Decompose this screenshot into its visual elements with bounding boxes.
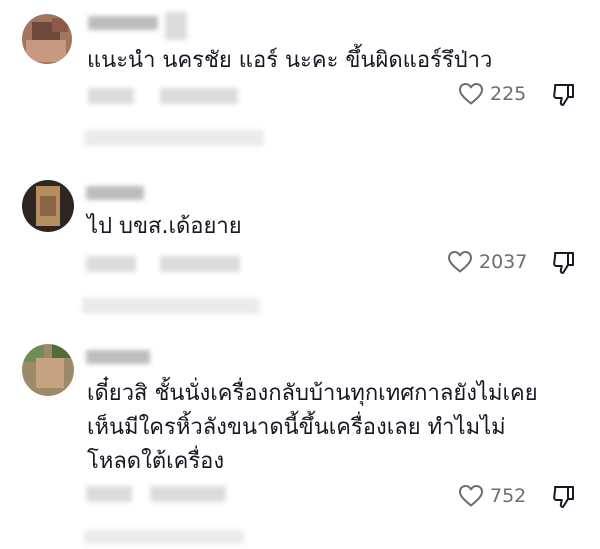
- comment-text: ไป บขส.เด้อยาย: [87, 214, 242, 239]
- username-blurred[interactable]: [88, 16, 158, 30]
- heart-outline-icon: [448, 251, 472, 273]
- thumbs-down-icon: [553, 84, 574, 106]
- comment-meta-blurred: [160, 88, 238, 104]
- like-count: 752: [490, 485, 527, 507]
- dislike-button[interactable]: [551, 250, 577, 280]
- like-count: 2037: [479, 251, 528, 273]
- comment-text: แนะนำ นครชัย แอร์ นะคะ ขึ้นผิดแอร์รึป่าว: [87, 48, 493, 73]
- thumbs-down-icon: [553, 252, 574, 274]
- avatar[interactable]: [22, 180, 74, 232]
- like-button[interactable]: 2037: [447, 250, 527, 274]
- username-blurred[interactable]: [86, 350, 150, 364]
- heart-outline-icon: [459, 485, 483, 507]
- like-count: 225: [490, 83, 527, 105]
- comment-meta-blurred: [86, 486, 132, 502]
- comment-meta-blurred: [88, 88, 134, 104]
- avatar[interactable]: [22, 14, 72, 64]
- username-blurred-extra: [165, 12, 187, 40]
- reply-blurred: [82, 298, 260, 314]
- comment-meta-blurred: [160, 256, 240, 272]
- thumbs-down-icon: [553, 486, 574, 508]
- comment-meta-blurred: [150, 486, 226, 502]
- heart-outline-icon: [459, 83, 483, 105]
- like-button[interactable]: 752: [458, 484, 526, 508]
- dislike-button[interactable]: [551, 484, 577, 514]
- comment-meta-blurred: [86, 256, 136, 272]
- username-blurred[interactable]: [86, 186, 144, 200]
- like-button[interactable]: 225: [458, 82, 526, 106]
- comment-text: เดี๋ยวสิ ชั้นนั่งเครื่องกลับบ้านทุกเทศกา…: [87, 381, 538, 474]
- avatar[interactable]: [22, 344, 74, 396]
- dislike-button[interactable]: [551, 82, 577, 112]
- reply-blurred: [84, 130, 264, 146]
- reply-blurred: [84, 530, 244, 544]
